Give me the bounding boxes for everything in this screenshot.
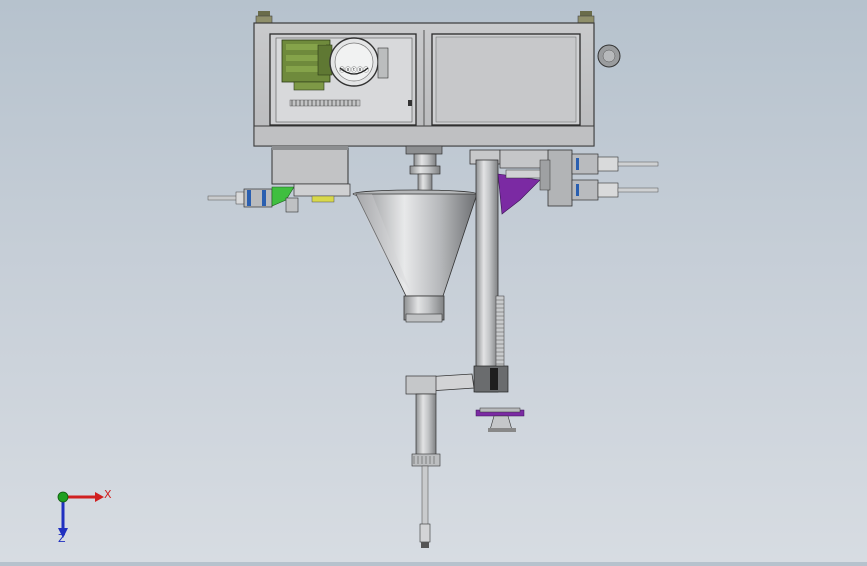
central-coupling	[405, 145, 443, 193]
triad-z-label: Z	[58, 532, 66, 545]
filling-arm	[405, 373, 475, 548]
side-knob	[597, 44, 621, 68]
right-pneumatic-cylinders	[571, 153, 659, 201]
top-mount-knobs	[255, 11, 595, 24]
cad-viewport[interactable]: ⓜⓞⓣⓞⓡ X Z	[0, 0, 867, 562]
hopper-cone	[352, 189, 478, 323]
model-view[interactable]: ⓜⓞⓣⓞⓡ X Z	[0, 0, 867, 562]
right-bracket	[497, 149, 573, 215]
base-foot	[475, 407, 525, 432]
left-pneumatic-cylinder	[207, 183, 351, 213]
coordinate-triad[interactable]: X Z	[57, 488, 112, 545]
triad-x-label: X	[104, 488, 112, 501]
left-drive-block	[271, 146, 349, 189]
